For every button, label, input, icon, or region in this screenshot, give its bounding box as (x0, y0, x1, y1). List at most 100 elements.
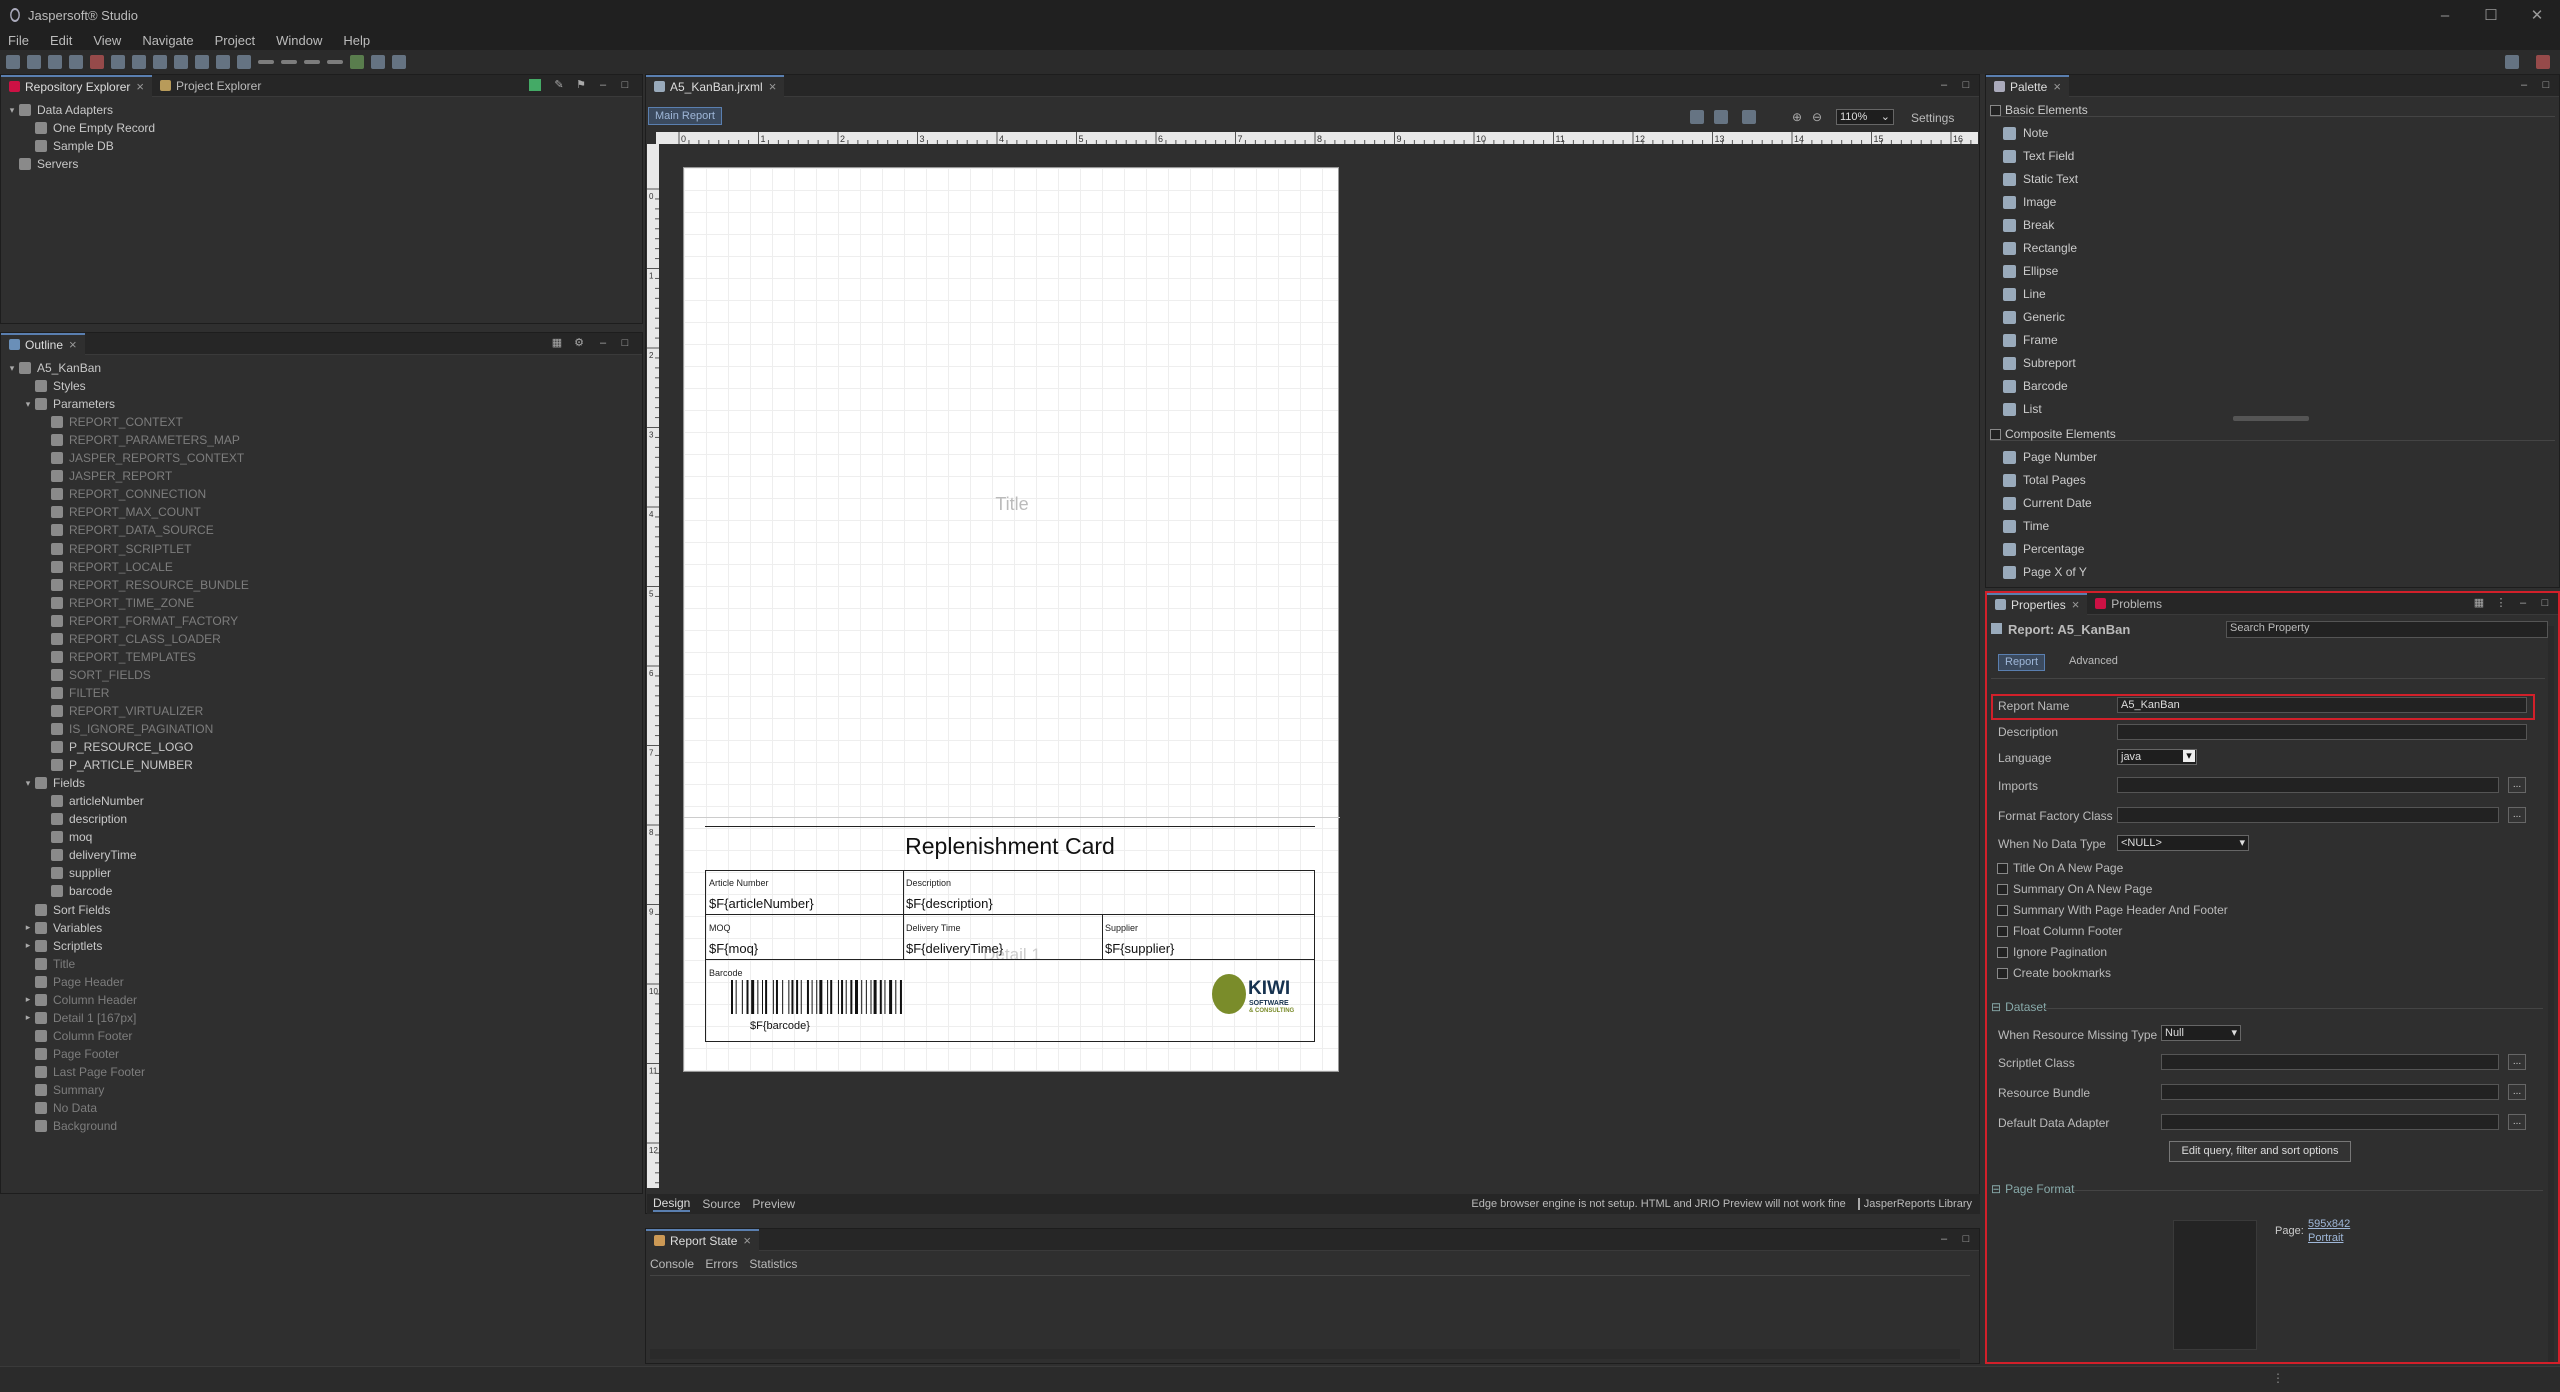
tree-item[interactable]: Column Footer (23, 1027, 132, 1045)
barcode-field[interactable]: $F{barcode} (750, 1020, 810, 1032)
grid-toggle-icon[interactable] (1714, 110, 1728, 124)
menu-navigate[interactable]: Navigate (142, 33, 193, 48)
outline-filter-icon[interactable]: ⚙ (573, 337, 585, 349)
tree-item[interactable]: Styles (23, 377, 86, 395)
description-field[interactable]: $F{description} (906, 896, 993, 911)
tab-report-file[interactable]: A5_KanBan.jrxml × (646, 74, 785, 97)
maximize-icon[interactable]: □ (2540, 79, 2552, 91)
maximize-icon[interactable]: □ (1960, 1233, 1972, 1245)
palette-item[interactable]: Current Date (2003, 493, 2092, 513)
palette-item[interactable]: Generic (2003, 307, 2065, 327)
maximize-icon[interactable]: □ (2539, 597, 2551, 609)
format-factory-input[interactable] (2117, 807, 2499, 823)
undo-icon[interactable] (371, 55, 385, 69)
palette-item[interactable]: Page Number (2003, 447, 2097, 467)
tree-item[interactable]: REPORT_DATA_SOURCE (39, 521, 214, 539)
minimize-icon[interactable]: – (597, 337, 609, 349)
language-select[interactable]: java ▾ (2117, 749, 2197, 765)
delivery-time-field[interactable]: $F{deliveryTime} (906, 941, 1003, 956)
minimize-icon[interactable]: – (597, 79, 609, 91)
supplier-label[interactable]: Supplier (1105, 923, 1138, 933)
tree-item[interactable]: ▸ Scriptlets (23, 937, 103, 955)
tab-design[interactable]: Design (653, 1196, 691, 1212)
barcode-label[interactable]: Barcode (709, 968, 743, 978)
tree-item[interactable]: REPORT_PARAMETERS_MAP (39, 431, 240, 449)
tree-item[interactable]: SORT_FIELDS (39, 666, 151, 684)
palette-item[interactable]: Image (2003, 192, 2056, 212)
tab-report-state[interactable]: Report State × (646, 1228, 759, 1251)
status-bar-menu-icon[interactable]: ⋮ (2272, 1371, 2284, 1385)
close-icon[interactable]: × (136, 79, 144, 94)
palette-item[interactable]: List (2003, 399, 2042, 419)
close-icon[interactable]: × (2053, 79, 2061, 94)
palette-item[interactable]: Text Field (2003, 146, 2074, 166)
print-icon[interactable] (69, 55, 83, 69)
palette-item[interactable]: Page X of Y (2003, 562, 2087, 582)
tab-properties[interactable]: Properties × (1987, 592, 2088, 615)
minimize-icon[interactable]: – (2517, 597, 2529, 609)
add-icon[interactable] (529, 79, 541, 91)
expand-toggle-icon[interactable]: ▾ (7, 363, 17, 374)
palette-item[interactable]: Break (2003, 215, 2054, 235)
expand-toggle-icon[interactable]: ▾ (23, 399, 33, 410)
palette-item[interactable]: Ellipse (2003, 261, 2058, 281)
moq-label[interactable]: MOQ (709, 923, 731, 933)
pin-icon[interactable]: ▦ (2473, 597, 2485, 609)
tree-item[interactable]: Page Footer (23, 1045, 119, 1063)
menu-help[interactable]: Help (343, 33, 370, 48)
properties-scrollbar[interactable] (2548, 626, 2554, 1362)
refresh-icon[interactable]: ⚑ (575, 79, 587, 91)
new-icon[interactable] (6, 55, 20, 69)
description-label[interactable]: Description (906, 878, 951, 888)
settings-button[interactable]: Settings (1911, 111, 1954, 125)
tree-item[interactable]: REPORT_TIME_ZONE (39, 594, 194, 612)
palette-item[interactable]: Line (2003, 284, 2046, 304)
tree-item[interactable]: REPORT_MAX_COUNT (39, 503, 201, 521)
palette-toggle-icon[interactable] (1742, 110, 1756, 124)
redo-icon[interactable] (392, 55, 406, 69)
palette-item[interactable]: Static Text (2003, 169, 2078, 189)
collapse-page-format-icon[interactable]: ⊟ (1991, 1182, 2001, 1196)
maximize-icon[interactable]: □ (1960, 79, 1972, 91)
resource-bundle-browse-button[interactable]: ... (2508, 1084, 2526, 1100)
tree-item[interactable]: REPORT_RESOURCE_BUNDLE (39, 576, 249, 594)
tab-repository-explorer[interactable]: Repository Explorer × (1, 74, 152, 97)
tree-item[interactable]: moq (39, 828, 92, 846)
view-menu-icon[interactable]: ⋮ (2495, 597, 2507, 609)
search-property-input[interactable]: Search Property (2226, 621, 2548, 638)
tree-item[interactable]: Background (23, 1117, 117, 1135)
tree-item[interactable]: Page Header (23, 973, 124, 991)
palette-item[interactable]: Note (2003, 123, 2048, 143)
collapse-composite-icon[interactable] (1990, 429, 2001, 441)
palette-item[interactable]: Time (2003, 516, 2049, 536)
description-input[interactable] (2117, 724, 2527, 740)
minimize-icon[interactable]: – (1938, 79, 1950, 91)
edit-query-button[interactable]: Edit query, filter and sort options (2169, 1141, 2351, 1162)
subtab-report[interactable]: Report (1998, 654, 2046, 671)
menu-project[interactable]: Project (215, 33, 255, 48)
tree-item[interactable]: deliveryTime (39, 846, 137, 864)
format-icon[interactable] (237, 55, 251, 69)
close-icon[interactable]: × (743, 1233, 751, 1248)
option-checkbox[interactable] (1997, 884, 2008, 895)
tree-item[interactable]: ▾ A5_KanBan (7, 359, 101, 377)
tree-item[interactable]: REPORT_TEMPLATES (39, 648, 196, 666)
forward-arrow-icon[interactable] (281, 60, 297, 64)
publish-icon[interactable] (90, 55, 104, 69)
page-orientation-link[interactable]: Portrait (2308, 1232, 2343, 1244)
tab-statistics[interactable]: Statistics (749, 1257, 797, 1271)
layout-icon[interactable] (132, 55, 146, 69)
tab-errors[interactable]: Errors (705, 1257, 738, 1271)
option-checkbox[interactable] (1997, 905, 2008, 916)
no-data-type-select[interactable]: <NULL> ▾ (2117, 835, 2249, 851)
tab-source[interactable]: Source (702, 1197, 740, 1211)
align-icon[interactable] (153, 55, 167, 69)
jasperreports-library-link[interactable]: JasperReports Library (1857, 1198, 1972, 1210)
page-size-link[interactable]: 595x842 (2308, 1218, 2350, 1230)
imports-input[interactable] (2117, 777, 2499, 793)
imports-browse-button[interactable]: ... (2508, 777, 2526, 793)
minimize-icon[interactable]: – (1938, 1233, 1950, 1245)
tab-outline[interactable]: Outline × (1, 332, 85, 355)
tree-item[interactable]: REPORT_CLASS_LOADER (39, 630, 221, 648)
minimize-icon[interactable]: – (2518, 79, 2530, 91)
